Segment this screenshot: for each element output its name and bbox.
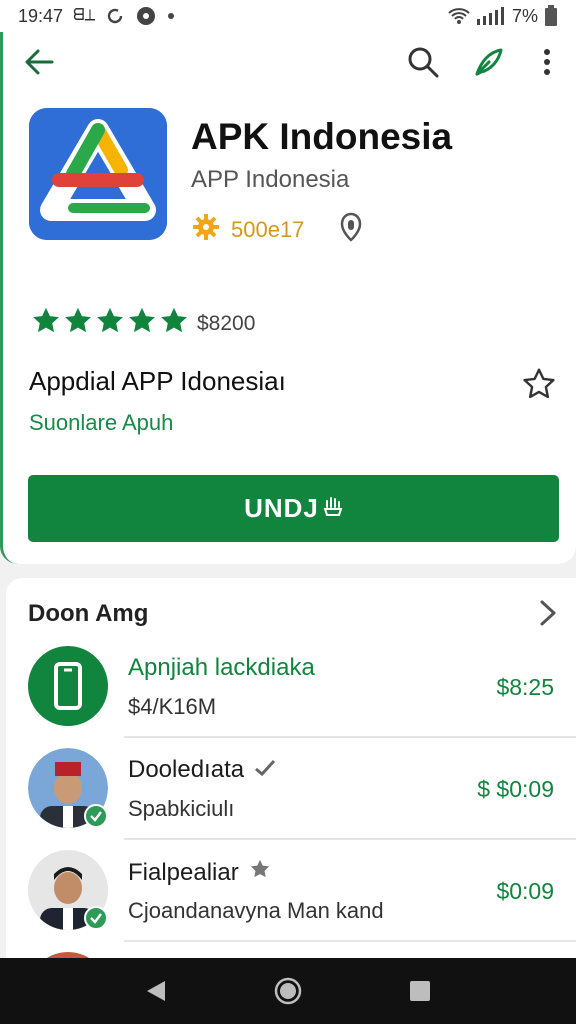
- star-icon: [63, 306, 93, 341]
- list-item-name: Apnjiah lackdiaka: [128, 654, 315, 682]
- back-arrow-icon[interactable]: [19, 42, 59, 82]
- nav-recents-icon[interactable]: [400, 971, 440, 1011]
- list-card: Doon Amg Apnjiah lackdiaka $4/K16M $8:25: [6, 578, 576, 958]
- list-item[interactable]: [6, 944, 576, 958]
- verified-badge-icon: [84, 906, 108, 930]
- signal-icon: [476, 7, 506, 25]
- app-detail-card: APK Indonesia APP Indonesia 500e17 $8200…: [0, 32, 576, 564]
- shield-mic-icon: [338, 212, 364, 247]
- divider: [124, 838, 576, 840]
- promo-title: Appdial APP Idonesiaı: [29, 366, 286, 396]
- notification-glyph: ᗺ⊥: [73, 7, 96, 24]
- meta-row: 500e17: [191, 212, 364, 247]
- install-label: UNDJ: [244, 493, 319, 523]
- star-icon: [95, 306, 125, 341]
- person-avatar-suit: [28, 850, 108, 930]
- list-item-price: $0:09: [496, 878, 554, 904]
- app-developer[interactable]: APP Indonesia: [191, 166, 349, 194]
- install-button[interactable]: UNDJ: [28, 475, 559, 542]
- list-item[interactable]: Apnjiah lackdiaka $4/K16M $8:25: [6, 638, 576, 738]
- status-left: 19:47 ᗺ⊥: [18, 5, 175, 27]
- list-item-name-text: Apnjiah lackdiaka: [128, 654, 315, 681]
- phone-icon: [28, 646, 108, 726]
- list-item-sub: Cjoandanavyna Man kand: [128, 898, 384, 923]
- divider: [124, 736, 576, 738]
- rating-count: $8200: [197, 311, 256, 335]
- battery-text: 7%: [511, 5, 538, 26]
- nav-back-icon[interactable]: [136, 971, 176, 1011]
- check-icon: [254, 756, 276, 784]
- wishlist-star-icon[interactable]: [521, 366, 557, 402]
- dot-icon: [167, 12, 175, 20]
- circle-dot-icon: [135, 5, 157, 27]
- feather-edit-icon[interactable]: [469, 42, 509, 82]
- battery-icon: [544, 5, 558, 27]
- star-mini-icon: [249, 858, 271, 887]
- promo-subtitle[interactable]: Suonlare Apuh: [29, 410, 173, 436]
- app-icon: [29, 108, 167, 240]
- system-nav-bar: [0, 958, 576, 1024]
- toolbar: [3, 32, 576, 92]
- whatsapp-icon: [105, 6, 125, 26]
- list-item-name: Fialpealiar: [128, 858, 271, 887]
- chevron-right-icon[interactable]: [532, 596, 562, 630]
- list-item-sub: Spabkiciulı: [128, 796, 235, 821]
- rating-row: $8200: [31, 306, 255, 341]
- list-item-price: $ $0:09: [477, 776, 554, 802]
- list-item[interactable]: Fialpealiar Cjoandanavyna Man kand $0:09: [6, 842, 576, 942]
- star-icon: [159, 306, 189, 341]
- status-bar: 19:47 ᗺ⊥ 7%: [0, 0, 576, 32]
- list-item[interactable]: Dooledıata Spabkiciulı $ $0:09: [6, 740, 576, 840]
- search-icon[interactable]: [403, 42, 443, 82]
- star-icon: [31, 306, 61, 341]
- status-time: 19:47: [18, 5, 64, 26]
- section-heading[interactable]: Doon Amg: [28, 600, 148, 628]
- list-item-name-text: Fialpealiar: [128, 858, 239, 886]
- nav-home-icon[interactable]: [268, 971, 308, 1011]
- person-avatar-fez: [28, 748, 108, 828]
- meta-badge-text: 500e17: [231, 216, 305, 242]
- hand-icon: [323, 493, 343, 524]
- app-title: APK Indonesia: [191, 116, 453, 157]
- list-item-sub: $4/K16M: [128, 694, 217, 719]
- status-right: 7%: [448, 5, 558, 27]
- verified-badge-icon: [84, 804, 108, 828]
- gear-badge-icon: [191, 212, 221, 247]
- more-vert-icon[interactable]: [527, 42, 567, 82]
- list-item-price: $8:25: [496, 674, 554, 700]
- star-icon: [127, 306, 157, 341]
- divider: [124, 940, 576, 942]
- list-item-name: Dooledıata: [128, 756, 276, 784]
- list-item-name-text: Dooledıata: [128, 756, 245, 783]
- wifi-icon: [448, 7, 470, 25]
